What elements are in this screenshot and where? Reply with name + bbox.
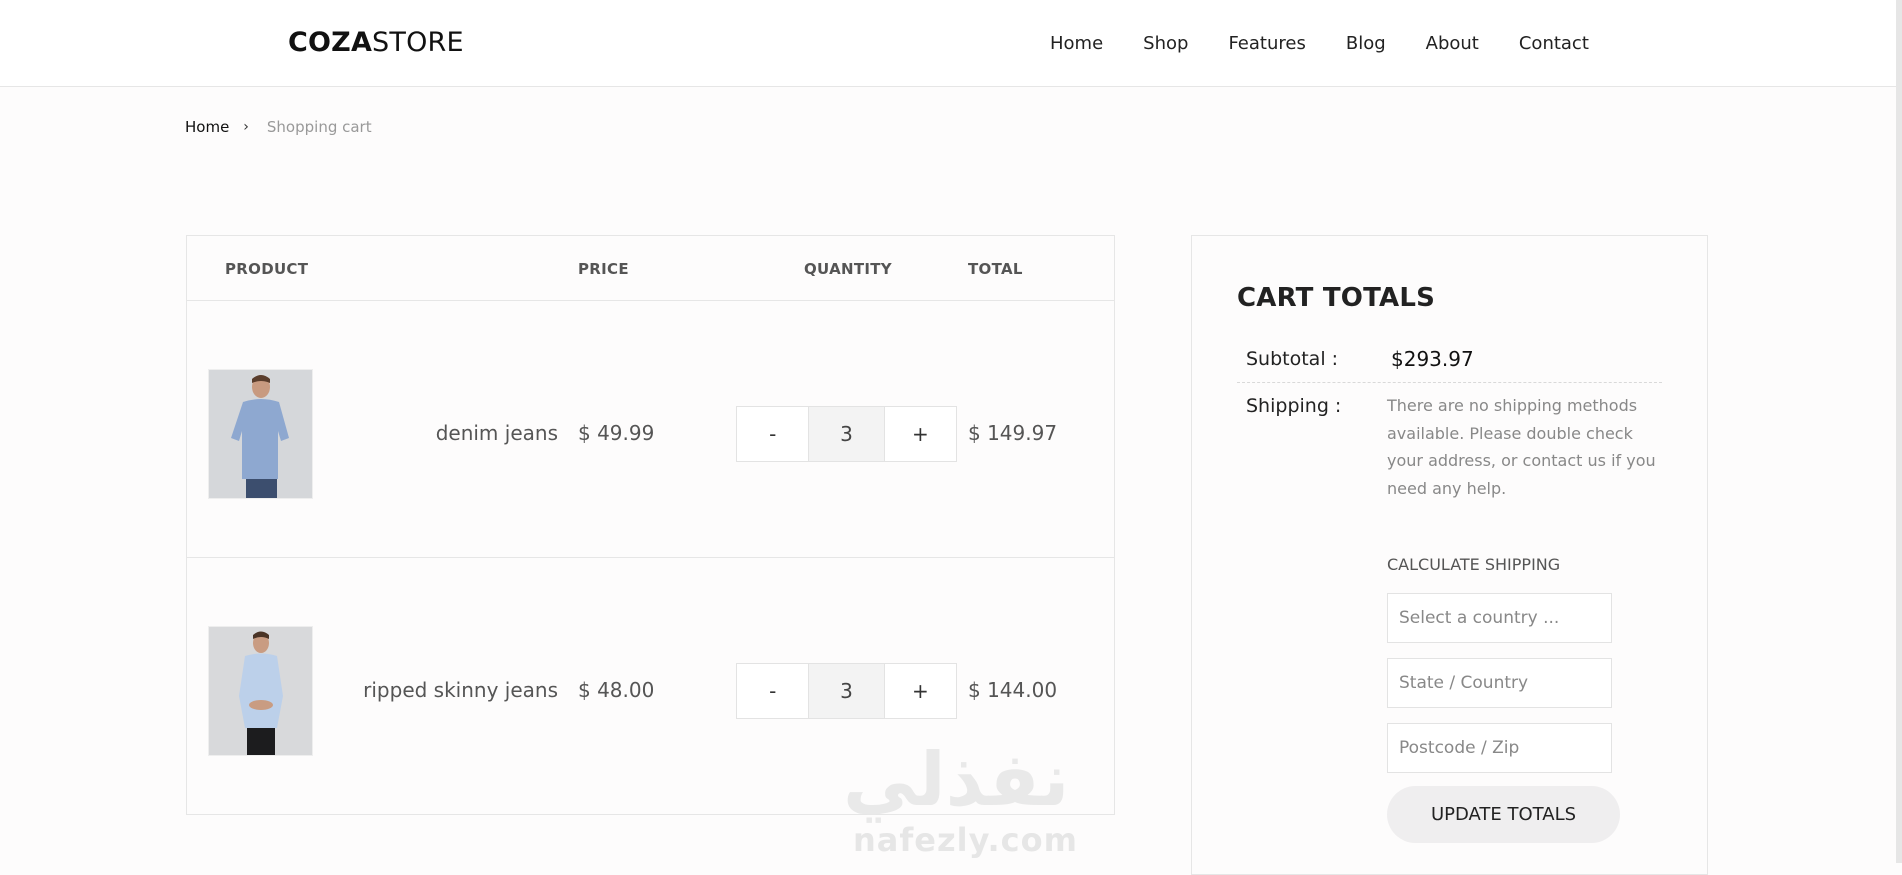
product-price: $ 49.99 — [578, 421, 655, 445]
nav-about[interactable]: About — [1426, 32, 1479, 56]
quantity-stepper: - 3 + — [736, 406, 957, 462]
quantity-stepper: - 3 + — [736, 663, 957, 719]
product-name[interactable]: denim jeans — [436, 419, 558, 447]
shirt — [239, 653, 283, 728]
nav-contact[interactable]: Contact — [1519, 32, 1589, 56]
scrollbar[interactable] — [1896, 0, 1902, 863]
calculate-shipping-label: CALCULATE SHIPPING — [1387, 555, 1561, 574]
breadcrumb: Home › Shopping cart — [185, 117, 372, 137]
decrease-button[interactable]: - — [737, 407, 808, 461]
divider — [1237, 382, 1662, 383]
cart-totals-panel: CART TOTALS Subtotal : $293.97 Shipping … — [1191, 235, 1708, 875]
breadcrumb-home[interactable]: Home — [185, 117, 229, 137]
nav-blog[interactable]: Blog — [1346, 32, 1386, 56]
logo-bold: COZA — [288, 27, 373, 58]
cart-totals-title: CART TOTALS — [1237, 283, 1436, 313]
product-image[interactable] — [208, 626, 313, 756]
subtotal-value: $293.97 — [1391, 347, 1474, 371]
state-field[interactable]: State / Country — [1387, 658, 1612, 708]
shipping-note: There are no shipping methods available.… — [1387, 396, 1656, 498]
header-quantity: QUANTITY — [804, 260, 892, 278]
nav-home[interactable]: Home — [1050, 32, 1103, 56]
shipping-label: Shipping : — [1246, 395, 1342, 417]
line-total: $ 149.97 — [968, 421, 1058, 445]
watermark-arabic: نفذلي — [843, 737, 1070, 823]
chevron-right-icon: › — [243, 119, 249, 135]
product-price: $ 48.00 — [578, 678, 655, 702]
main-nav: Home Shop Features Blog About Contact — [1050, 32, 1589, 56]
quantity-input[interactable]: 3 — [808, 407, 885, 461]
header-total: TOTAL — [968, 260, 1023, 278]
quantity-input[interactable]: 3 — [808, 664, 885, 718]
postcode-field[interactable]: Postcode / Zip — [1387, 723, 1612, 773]
subtotal-label: Subtotal : — [1246, 348, 1339, 370]
header-product: PRODUCT — [225, 260, 309, 278]
nav-features[interactable]: Features — [1228, 32, 1305, 56]
line-total: $ 144.00 — [968, 678, 1058, 702]
update-totals-button[interactable]: UPDATE TOTALS — [1387, 786, 1620, 843]
increase-button[interactable]: + — [885, 664, 956, 718]
decrease-button[interactable]: - — [737, 664, 808, 718]
cart-table: PRODUCT PRICE QUANTITY TOTAL denim jeans… — [186, 235, 1115, 815]
product-name[interactable]: ripped skinny jeans — [363, 676, 558, 704]
product-image[interactable] — [208, 369, 313, 499]
header-price: PRICE — [578, 260, 629, 278]
increase-button[interactable]: + — [885, 407, 956, 461]
logo[interactable]: COZASTORE — [288, 26, 464, 60]
nav-shop[interactable]: Shop — [1143, 32, 1188, 56]
table-row: denim jeans $ 49.99 - 3 + $ 149.97 — [187, 301, 1114, 557]
country-select[interactable]: Select a country ... — [1387, 593, 1612, 643]
logo-light: STORE — [372, 27, 464, 58]
watermark-latin: nafezly.com — [853, 821, 1078, 859]
site-header: COZASTORE Home Shop Features Blog About … — [0, 0, 1902, 87]
breadcrumb-current: Shopping cart — [266, 118, 372, 136]
